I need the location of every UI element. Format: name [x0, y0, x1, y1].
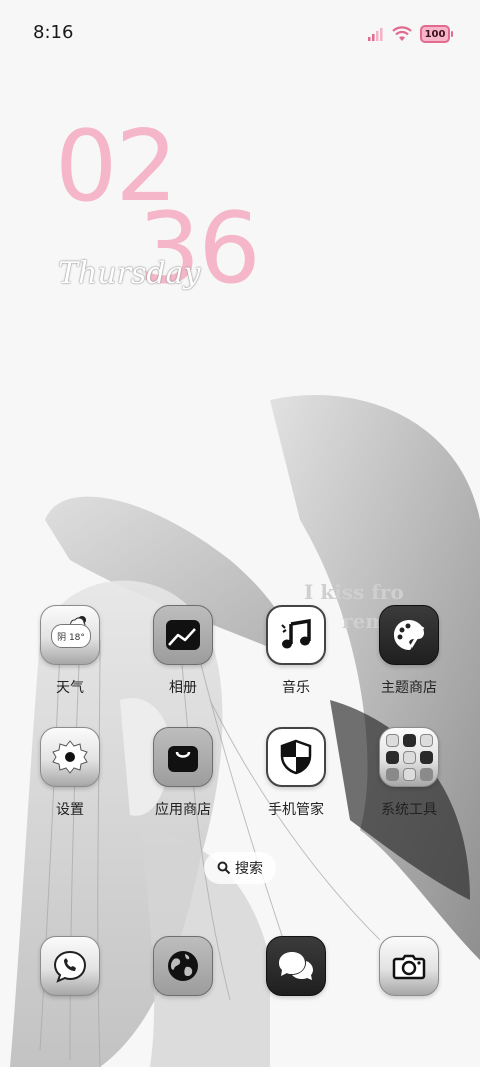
globe-icon: [168, 951, 198, 981]
settings-gear-icon[interactable]: [40, 727, 100, 787]
gallery-icon[interactable]: [153, 605, 213, 665]
wifi-icon: [392, 26, 412, 41]
app-theme-store[interactable]: 主题商店: [361, 605, 457, 697]
music-icon[interactable]: [266, 605, 326, 665]
app-settings[interactable]: 设置: [22, 727, 118, 819]
app-system-tools[interactable]: 系统工具: [361, 727, 457, 819]
app-app-store[interactable]: 应用商店: [135, 727, 231, 819]
phone-icon[interactable]: [40, 936, 100, 996]
dock-messages[interactable]: [248, 936, 344, 996]
dock-browser[interactable]: [135, 936, 231, 996]
chat-bubbles-icon: [279, 952, 313, 980]
camera-icon[interactable]: [379, 936, 439, 996]
search-label: 搜索: [235, 861, 263, 877]
palette-icon: [394, 620, 425, 650]
app-label: 天气: [56, 680, 84, 696]
app-label: 应用商店: [155, 802, 211, 818]
app-label: 音乐: [282, 680, 310, 696]
shield-icon: [280, 739, 312, 775]
clock-day: Thursday: [58, 256, 201, 291]
search-button[interactable]: 搜索: [204, 852, 276, 884]
app-label: 手机管家: [268, 802, 324, 818]
theme-store-icon[interactable]: [379, 605, 439, 665]
folder-preview: [385, 733, 433, 781]
weather-chip: 阴 18°: [51, 624, 91, 648]
phone-bubble-icon: [53, 950, 87, 983]
app-store-bag-icon[interactable]: [153, 727, 213, 787]
app-label: 系统工具: [381, 802, 437, 818]
svg-text:I kiss fro: I kiss fro: [304, 580, 404, 604]
browser-globe-icon[interactable]: [153, 936, 213, 996]
app-weather[interactable]: 阴 18° 天气: [22, 605, 118, 697]
picture-icon: [166, 620, 200, 650]
app-label: 相册: [169, 680, 197, 696]
weather-icon[interactable]: 阴 18°: [40, 605, 100, 665]
dock-phone[interactable]: [22, 936, 118, 996]
battery-indicator: 100: [420, 25, 453, 43]
messages-icon[interactable]: [266, 936, 326, 996]
security-shield-icon[interactable]: [266, 727, 326, 787]
app-label: 设置: [56, 802, 84, 818]
battery-level: 100: [424, 28, 446, 40]
search-icon: [217, 861, 231, 875]
signal-icon: [368, 28, 383, 41]
camera-lens-icon: [392, 954, 426, 980]
app-phone-manager[interactable]: 手机管家: [248, 727, 344, 819]
dock-camera[interactable]: [361, 936, 457, 996]
system-tools-folder-icon[interactable]: [379, 727, 439, 787]
app-gallery[interactable]: 相册: [135, 605, 231, 697]
gear-icon: [52, 740, 88, 774]
app-music[interactable]: 音乐: [248, 605, 344, 697]
status-time: 8:16: [33, 22, 74, 43]
status-icons: 100: [368, 24, 453, 44]
app-label: 主题商店: [381, 680, 437, 696]
music-note-icon: [281, 619, 311, 649]
shopping-bag-icon: [168, 746, 198, 772]
